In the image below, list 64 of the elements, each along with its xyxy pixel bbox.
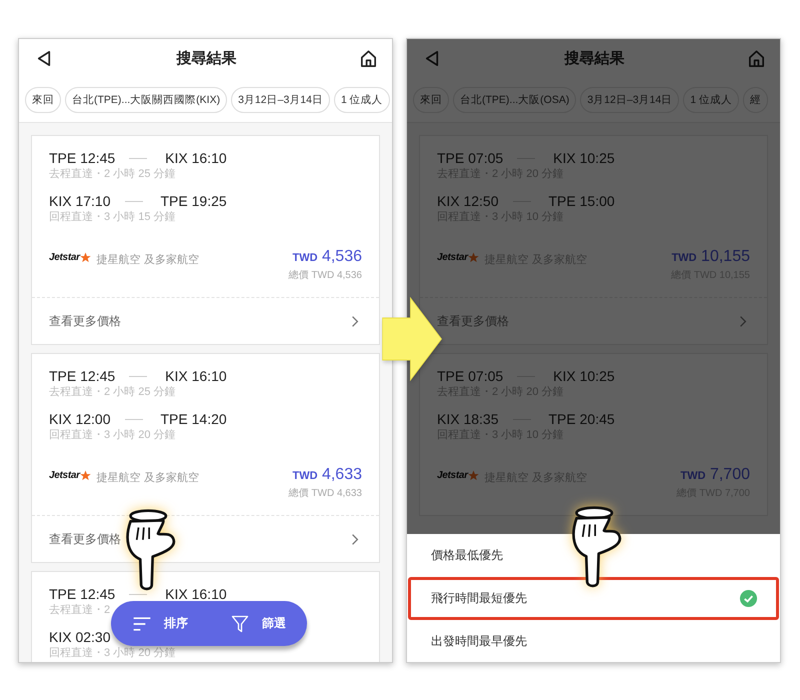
arrival-time: KIX 16:10 <box>165 586 227 602</box>
arrival-time: KIX 16:10 <box>165 150 227 166</box>
airline-name: 捷星航空 及多家航空 <box>96 470 199 485</box>
leg-info: 去程直達・2 小時 25 分鐘 <box>49 167 176 181</box>
airline-logo: Jetstar <box>437 252 479 263</box>
home-icon[interactable] <box>359 48 378 68</box>
chevron-icon <box>739 314 747 328</box>
arrival-time: KIX 10:25 <box>553 150 615 166</box>
sort-icon <box>132 614 152 632</box>
departure-time: KIX 18:35 <box>437 411 498 427</box>
leg-info: 去程直達・2 小時 25 分鐘 <box>49 385 176 399</box>
filter-button[interactable]: 篩選 <box>230 614 286 632</box>
check-icon <box>739 589 758 608</box>
leg-info: 回程直達・3 小時 15 分鐘 <box>49 210 176 224</box>
price: TWD 10,155 <box>672 247 750 267</box>
sort-button[interactable]: 排序 <box>132 614 188 632</box>
total-price: 總價 TWD 4,633 <box>288 487 362 501</box>
chevron-icon <box>351 532 359 546</box>
airline-logo: Jetstar <box>49 252 91 263</box>
price: TWD 4,633 <box>292 465 362 485</box>
filter-chip[interactable]: 3月12日–3月14日 <box>580 87 680 113</box>
leg-info: 去程直達・2 <box>49 603 110 617</box>
arrival-time: TPE 19:25 <box>160 193 227 209</box>
sort-option[interactable]: 出發時間最早優先 <box>408 620 779 662</box>
airline-logo: Jetstar <box>49 470 91 481</box>
departure-time: TPE 12:45 <box>49 368 116 384</box>
filter-chip[interactable]: 1 位成人 <box>683 87 739 113</box>
total-price: 總價 TWD 4,536 <box>288 269 362 283</box>
arrival-time: TPE 15:00 <box>548 193 615 209</box>
departure-time: KIX 17:10 <box>49 193 110 209</box>
arrival-time: KIX 10:25 <box>553 368 615 384</box>
filter-chip[interactable]: 經 <box>743 87 768 113</box>
filter-chip[interactable]: 3月12日–3月14日 <box>231 87 330 113</box>
filter-chip[interactable]: 台北(TPE)...大阪(OSA) <box>453 87 576 113</box>
airline-name: 捷星航空 及多家航空 <box>96 252 199 267</box>
sort-option[interactable]: 價格最低優先 <box>408 534 779 577</box>
leg-info: 回程直達・3 小時 20 分鐘 <box>49 646 176 660</box>
price: TWD 7,700 <box>680 465 750 485</box>
filter-icon <box>230 614 250 632</box>
price: TWD 4,536 <box>292 247 362 267</box>
more-prices-link[interactable]: 查看更多價格 <box>32 516 379 562</box>
departure-time: KIX 12:50 <box>437 193 498 209</box>
departure-time: TPE 07:05 <box>437 368 504 384</box>
sort-option[interactable]: 飛行時間最短優先 <box>408 577 779 620</box>
arrival-time: TPE 20:45 <box>548 411 615 427</box>
screen-title: 搜尋結果 <box>176 48 236 68</box>
more-prices-link[interactable]: 查看更多價格 <box>32 298 379 344</box>
departure-time: TPE 12:45 <box>49 586 116 602</box>
departure-time: TPE 12:45 <box>49 150 116 166</box>
leg-info: 回程直達・3 小時 20 分鐘 <box>49 428 176 442</box>
filter-chip[interactable]: 來回 <box>25 87 61 113</box>
arrival-time: KIX 16:10 <box>165 368 227 384</box>
chevron-icon <box>351 314 359 328</box>
departure-time: KIX 02:30 <box>49 629 110 645</box>
airline-logo: Jetstar <box>437 470 479 481</box>
departure-time: KIX 12:00 <box>49 411 110 427</box>
flight-card[interactable]: TPE 12:45 KIX 16:10 去程直達・2 小時 25 分鐘 KIX 17:10 TPE 19:25 回程直達・3 小時 15 分鐘 Jetstar 捷星航空 及多家航空 TWD 4,536 總價 TWD 4,536 查看更多價格 <box>31 135 380 345</box>
screen-title: 搜尋結果 <box>564 48 624 68</box>
departure-time: TPE 07:05 <box>437 150 504 166</box>
arrival-time: TPE 14:20 <box>160 411 227 427</box>
filter-chip[interactable]: 1 位成人 <box>334 87 390 113</box>
filter-chip[interactable]: 來回 <box>413 87 449 113</box>
flight-card[interactable]: TPE 12:45 KIX 16:10 去程直達・2 小時 25 分鐘 KIX 12:00 TPE 14:20 回程直達・3 小時 20 分鐘 Jetstar 捷星航空 及多家航空 TWD 4,633 總價 TWD 4,633 查看更多價格 <box>31 353 380 563</box>
filter-chip[interactable]: 台北(TPE)...大阪關西國際(KIX) <box>65 87 228 113</box>
